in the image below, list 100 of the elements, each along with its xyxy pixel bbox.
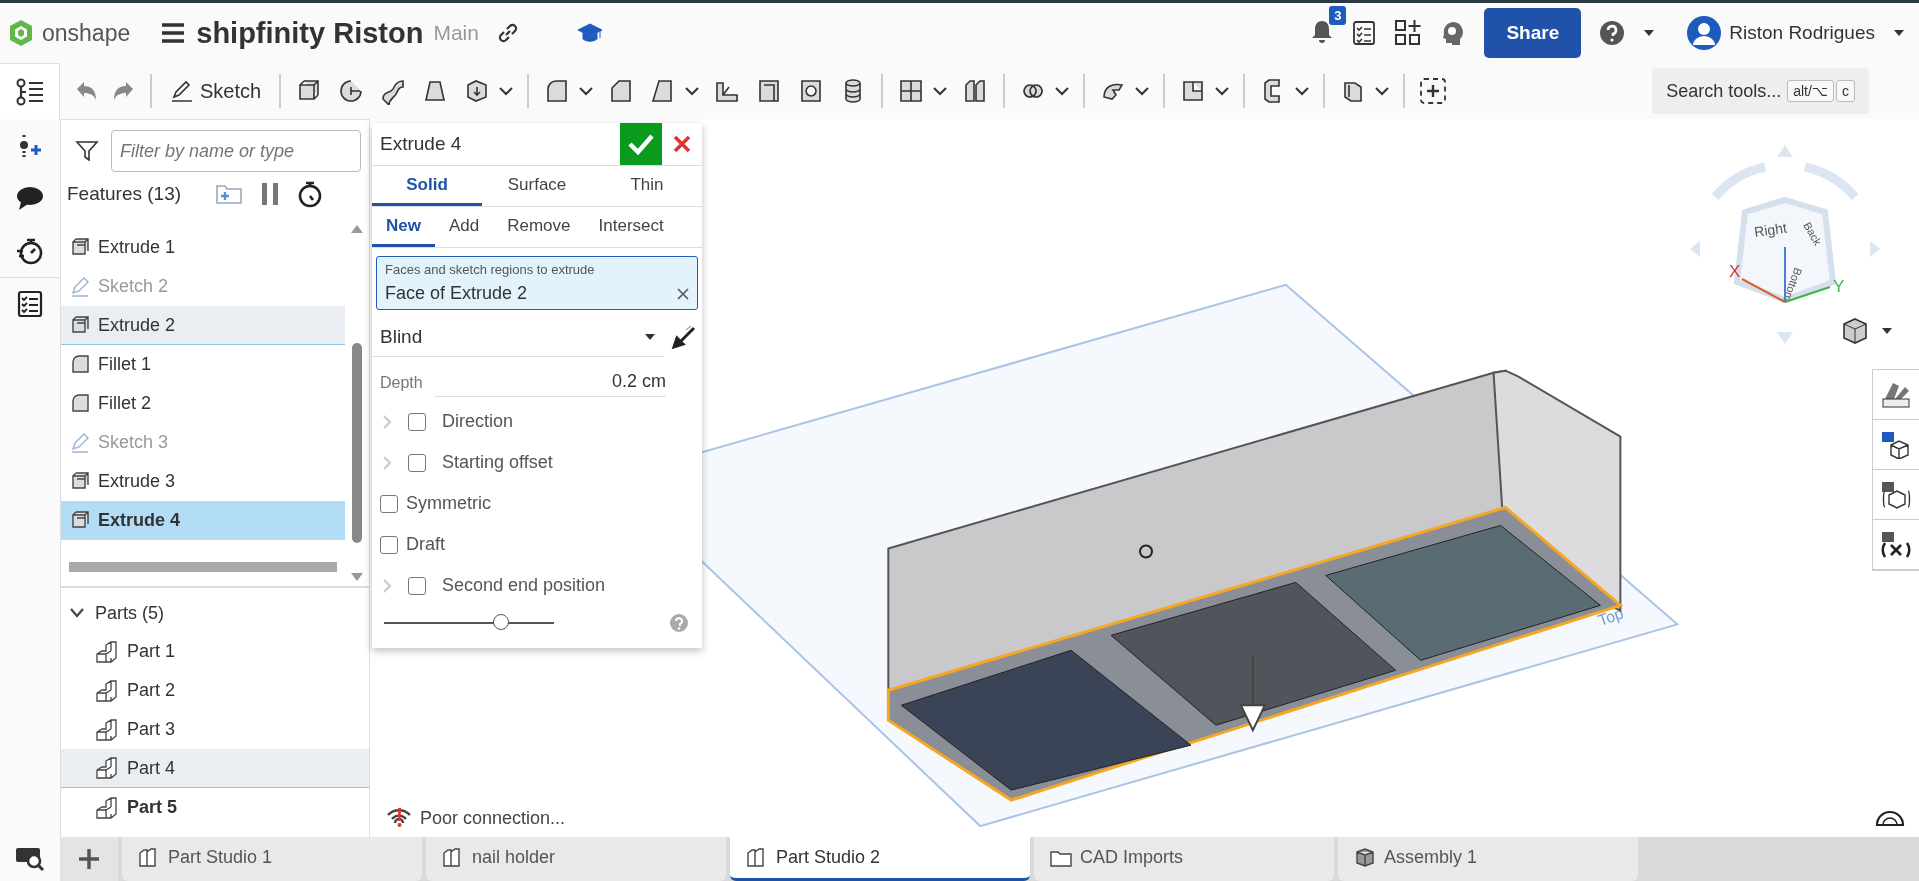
document-tab[interactable]: Assembly 1	[1338, 837, 1638, 881]
feature-item[interactable]: Fillet 2	[61, 384, 345, 423]
depth-label: Depth	[380, 374, 423, 392]
checklist-icon[interactable]	[17, 290, 43, 318]
add-folder-icon[interactable]	[215, 183, 244, 205]
bell-icon[interactable]	[1310, 18, 1335, 44]
sketch-button[interactable]: Sketch	[166, 75, 266, 107]
search-tools-button[interactable]: Search tools... alt/⌥ c	[1652, 68, 1869, 114]
feature-item[interactable]: Extrude 2	[61, 306, 345, 345]
filter-icon[interactable]	[75, 139, 99, 163]
chevron-down-icon[interactable]	[1215, 86, 1230, 96]
horizontal-scrollbar[interactable]	[69, 562, 337, 572]
chevron-down-icon[interactable]	[1295, 86, 1310, 96]
document-title[interactable]: shipfinity Riston	[196, 16, 424, 50]
caret-icon[interactable]	[1643, 29, 1656, 37]
checkbox[interactable]	[408, 576, 426, 595]
wifi-warning-icon	[386, 807, 412, 829]
rounded-corner-icon	[69, 392, 92, 415]
dialog-title: Extrude 4	[379, 133, 463, 155]
menu-icon[interactable]	[162, 23, 185, 43]
search-icon[interactable]	[15, 846, 45, 872]
checklist-icon[interactable]	[1352, 20, 1377, 46]
link-icon[interactable]	[496, 22, 519, 44]
chevron-down-icon[interactable]	[933, 86, 948, 96]
rounded-corner-icon	[69, 353, 92, 376]
avatar-icon[interactable]	[1687, 16, 1722, 50]
caret-icon[interactable]	[1881, 327, 1893, 335]
body-type-tab[interactable]: Solid	[372, 166, 482, 206]
plane-label: Top	[1595, 604, 1626, 630]
confirm-button[interactable]	[620, 123, 662, 165]
document-tab[interactable]: nail holder	[426, 837, 726, 881]
part-item[interactable]: Part 2	[61, 671, 369, 710]
depth-field[interactable]: 0.2 cm	[434, 369, 666, 397]
checkbox[interactable]	[380, 494, 398, 513]
apps-grid-icon[interactable]	[1394, 19, 1423, 47]
document-tab[interactable]: Part Studio 2	[730, 837, 1030, 881]
document-tab[interactable]: CAD Imports	[1034, 837, 1334, 881]
chevron-down-icon[interactable]	[685, 86, 700, 96]
option-label: Second end position	[442, 575, 606, 596]
user-name[interactable]: Riston Rodrigues	[1729, 22, 1875, 44]
caret-icon[interactable]	[1893, 29, 1905, 37]
filter-field[interactable]: Filter by name or type	[111, 130, 361, 172]
part-icon	[95, 639, 119, 664]
checkbox[interactable]	[408, 453, 426, 472]
document-tab[interactable]: Part Studio 1	[122, 837, 422, 881]
chevron-down-icon[interactable]	[69, 607, 85, 619]
end-type-dropdown[interactable]: Blind	[372, 318, 664, 357]
option-label: Starting offset	[442, 452, 553, 473]
feature-tree-icon[interactable]	[14, 77, 45, 106]
feature-item[interactable]: Extrude 3	[61, 462, 345, 501]
stopwatch-icon[interactable]	[297, 180, 324, 208]
option-label: Direction	[442, 411, 514, 432]
cube-icon[interactable]	[1841, 317, 1869, 345]
operation-tab[interactable]: Add	[434, 207, 494, 247]
feature-item[interactable]: Fillet 1	[61, 345, 345, 384]
body-type-tab[interactable]: Surface	[482, 166, 592, 206]
scrollbar-thumb[interactable]	[352, 343, 362, 543]
help-icon[interactable]	[1599, 20, 1626, 46]
scroll-up-icon[interactable]	[350, 224, 364, 234]
close-icon[interactable]	[677, 287, 689, 300]
chevron-down-icon[interactable]	[1375, 86, 1390, 96]
share-button[interactable]: Share	[1484, 8, 1582, 58]
body-type-tab[interactable]: Thin	[592, 166, 702, 206]
part-item[interactable]: Part 4	[61, 749, 369, 788]
checkmark-icon	[628, 133, 654, 155]
selection-field[interactable]: Faces and sketch regions to extrude Face of Extrude 2	[376, 256, 698, 310]
chevron-down-icon[interactable]	[499, 86, 514, 96]
feature-item[interactable]: Extrude 4	[61, 501, 345, 540]
chevron-down-icon[interactable]	[1055, 86, 1070, 96]
operation-tab[interactable]: Intersect	[584, 207, 678, 247]
add-custom-feature-icon[interactable]	[1419, 77, 1448, 105]
part-icon	[95, 678, 119, 703]
connection-status: Poor connection...	[386, 807, 566, 829]
undo-icon[interactable]	[74, 80, 98, 102]
chevron-down-icon[interactable]	[1135, 86, 1150, 96]
logo-icon	[8, 19, 34, 47]
redo-icon[interactable]	[112, 80, 136, 102]
comment-icon[interactable]	[15, 185, 45, 213]
checkbox[interactable]	[408, 412, 426, 431]
pause-icon[interactable]	[261, 182, 280, 206]
flip-direction-icon[interactable]	[670, 324, 696, 351]
operation-tab[interactable]: New	[372, 207, 435, 247]
scroll-down-icon[interactable]	[350, 572, 364, 582]
stopwatch-icon[interactable]	[16, 237, 44, 265]
parts-header[interactable]: Parts (5)	[61, 594, 369, 632]
part-item[interactable]: Part 3	[61, 710, 369, 749]
chevron-down-icon[interactable]	[579, 86, 594, 96]
operation-tab[interactable]: Remove	[493, 207, 585, 247]
protractor-icon[interactable]	[1875, 809, 1905, 827]
add-tab-button[interactable]	[60, 837, 118, 881]
graduation-cap-icon[interactable]	[576, 22, 603, 44]
feature-item[interactable]: Extrude 1	[61, 228, 345, 267]
slider-thumb[interactable]	[493, 614, 510, 630]
pencil-icon	[170, 79, 194, 103]
checkbox[interactable]	[380, 535, 398, 554]
part-item[interactable]: Part 5	[61, 788, 369, 827]
part-icon	[95, 795, 119, 820]
logo-text[interactable]: onshape	[42, 19, 131, 47]
option-label: Draft	[406, 534, 445, 555]
part-item[interactable]: Part 1	[61, 632, 369, 671]
